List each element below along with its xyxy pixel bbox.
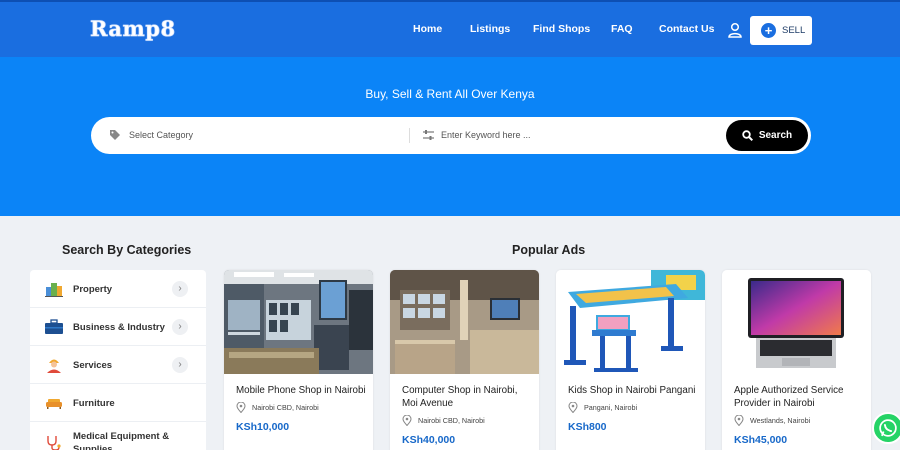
category-label: Services bbox=[73, 360, 113, 371]
sofa-icon bbox=[46, 399, 62, 409]
ad-price: KSh800 bbox=[568, 421, 607, 433]
category-label: Property bbox=[73, 284, 113, 295]
ad-image-phone-shop[interactable] bbox=[224, 270, 373, 374]
ad-location-text: Nairobi CBD, Nairobi bbox=[252, 403, 319, 412]
map-pin-icon bbox=[236, 402, 246, 413]
sell-button[interactable]: + SELL bbox=[750, 16, 812, 45]
category-label: Medical Equipment & Supplies bbox=[73, 431, 170, 450]
ad-title[interactable]: Kids Shop in Nairobi Pangani bbox=[568, 384, 698, 397]
category-label: Business & Industry bbox=[73, 322, 165, 333]
map-pin-icon bbox=[734, 415, 744, 426]
ad-location: Westlands, Nairobi bbox=[734, 415, 810, 426]
ad-image-computer-shop[interactable] bbox=[390, 270, 539, 374]
ad-card[interactable]: Computer Shop in Nairobi, Moi Avenue Nai… bbox=[390, 270, 539, 450]
plus-icon: + bbox=[761, 23, 776, 38]
hero-banner: Buy, Sell & Rent All Over Kenya Select C… bbox=[0, 57, 900, 216]
ad-location-text: Westlands, Nairobi bbox=[750, 416, 811, 425]
search-button[interactable]: Search bbox=[726, 120, 808, 151]
ad-price: KSh45,000 bbox=[734, 434, 788, 446]
categories-title: Search By Categories bbox=[62, 243, 192, 257]
category-item-furniture[interactable]: Furniture bbox=[30, 384, 206, 422]
ad-card[interactable]: Mobile Phone Shop in Nairobi Nairobi CBD… bbox=[224, 270, 373, 450]
sliders-icon bbox=[423, 130, 434, 140]
chevron-right-icon[interactable]: › bbox=[172, 281, 188, 297]
search-divider bbox=[409, 128, 410, 143]
category-item-property[interactable]: Property › bbox=[30, 270, 206, 308]
ad-location: Nairobi CBD, Nairobi bbox=[402, 415, 485, 426]
ad-title[interactable]: Mobile Phone Shop in Nairobi bbox=[236, 384, 366, 397]
chevron-right-icon[interactable]: › bbox=[172, 357, 188, 373]
category-select[interactable]: Select Category bbox=[129, 130, 193, 140]
nav-listings[interactable]: Listings bbox=[470, 23, 510, 35]
categories-panel: Property › Business & Industry › Service… bbox=[30, 270, 206, 450]
ad-location: Nairobi CBD, Nairobi bbox=[236, 402, 319, 413]
map-pin-icon bbox=[568, 402, 578, 413]
nav-home[interactable]: Home bbox=[413, 23, 442, 35]
top-navbar: Ramp8 Home Listings Find Shops FAQ Conta… bbox=[0, 0, 900, 57]
whatsapp-icon[interactable] bbox=[872, 412, 900, 444]
worker-icon bbox=[47, 359, 61, 373]
hero-tagline: Buy, Sell & Rent All Over Kenya bbox=[365, 87, 535, 101]
search-bar: Select Category Enter Keyword here ... S… bbox=[91, 117, 811, 154]
ad-image-macbook[interactable] bbox=[722, 270, 871, 374]
ad-location: Pangani, Nairobi bbox=[568, 402, 637, 413]
tags-icon bbox=[110, 130, 120, 140]
briefcase-icon bbox=[45, 319, 63, 334]
nav-contact-us[interactable]: Contact Us bbox=[659, 23, 714, 35]
category-item-services[interactable]: Services › bbox=[30, 346, 206, 384]
ad-card[interactable]: Apple Authorized Service Provider in Nai… bbox=[722, 270, 871, 450]
site-logo[interactable]: Ramp8 bbox=[90, 16, 176, 42]
ad-image-kids-desk[interactable] bbox=[556, 270, 705, 374]
nav-faq[interactable]: FAQ bbox=[611, 23, 633, 35]
buildings-icon bbox=[45, 283, 63, 297]
category-item-business[interactable]: Business & Industry › bbox=[30, 308, 206, 346]
stethoscope-icon bbox=[47, 436, 61, 450]
keyword-input[interactable]: Enter Keyword here ... bbox=[441, 130, 531, 140]
user-icon[interactable] bbox=[727, 22, 743, 38]
ad-title[interactable]: Computer Shop in Nairobi, Moi Avenue bbox=[402, 384, 532, 410]
search-button-label: Search bbox=[758, 130, 793, 141]
popular-ads-title: Popular Ads bbox=[512, 243, 586, 257]
ad-location-text: Pangani, Nairobi bbox=[584, 403, 638, 412]
chevron-right-icon[interactable]: › bbox=[172, 319, 188, 335]
nav-find-shops[interactable]: Find Shops bbox=[533, 23, 590, 35]
sell-button-label: SELL bbox=[782, 25, 806, 36]
ad-card[interactable]: Kids Shop in Nairobi Pangani Pangani, Na… bbox=[556, 270, 705, 450]
category-label: Furniture bbox=[73, 398, 115, 409]
ad-price: KSh10,000 bbox=[236, 421, 290, 433]
ad-title[interactable]: Apple Authorized Service Provider in Nai… bbox=[734, 384, 864, 410]
ad-price: KSh40,000 bbox=[402, 434, 456, 446]
category-item-medical[interactable]: Medical Equipment & Supplies bbox=[30, 422, 206, 450]
map-pin-icon bbox=[402, 415, 412, 426]
search-icon bbox=[742, 130, 753, 141]
ad-location-text: Nairobi CBD, Nairobi bbox=[418, 416, 485, 425]
